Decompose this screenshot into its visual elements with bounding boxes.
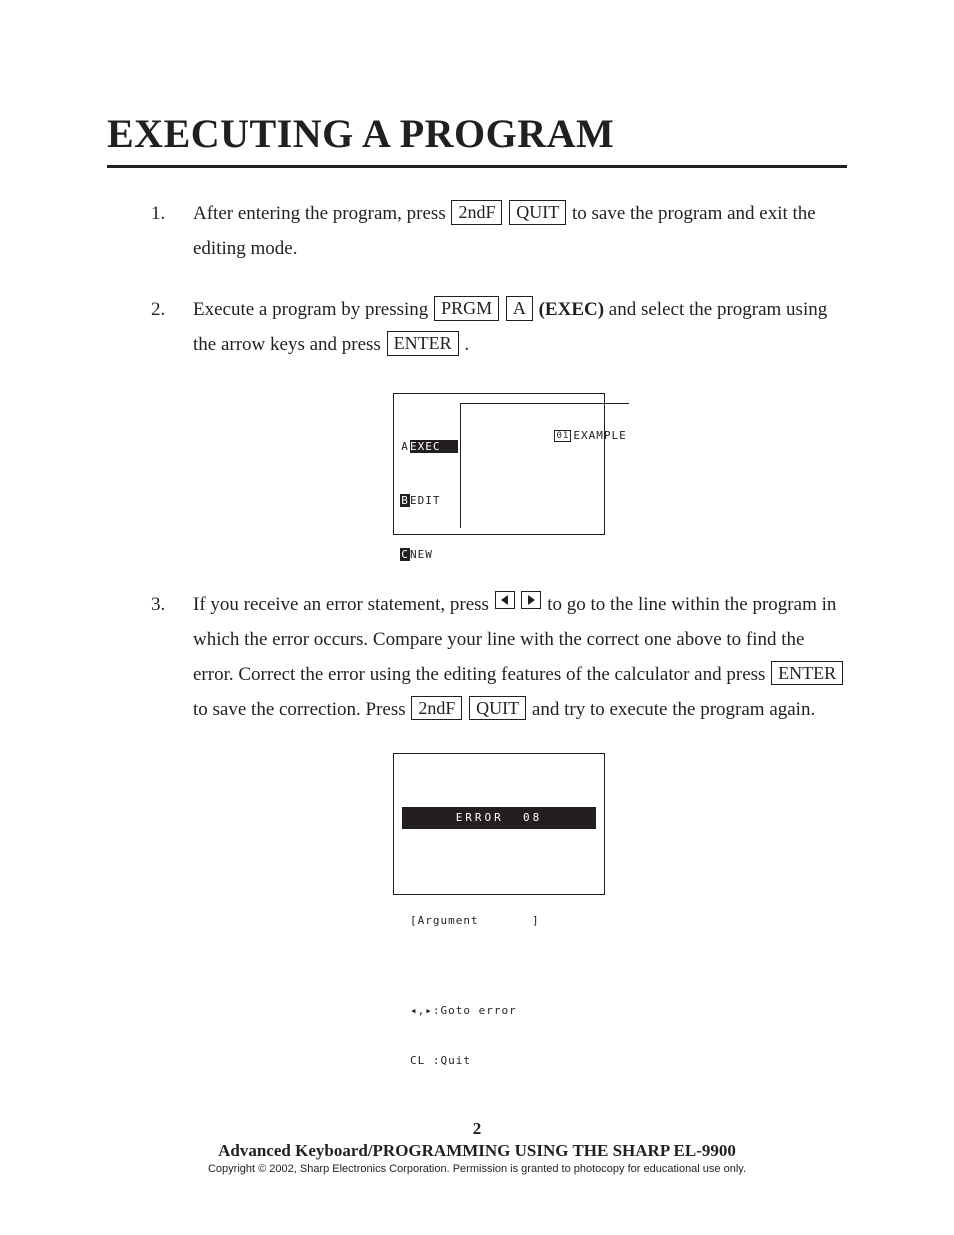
menu-new: CNEW [400,548,458,561]
page-number: 2 [0,1119,954,1139]
exec-label: (EXEC) [539,299,604,320]
error-goto: ◂,▸:Goto error [410,1003,588,1020]
error-argument: [Argument ] [410,913,588,930]
lcd-error: ERROR 08 [Argument ] ◂,▸:Goto error CL :… [393,753,605,895]
key-quit: QUIT [509,200,566,225]
key-2ndf: 2ndF [451,200,502,225]
step-text: Execute a program by pressing [193,299,433,320]
error-title: ERROR 08 [402,807,596,829]
steps-list-2: 3. If you receive an error statement, pr… [151,587,847,728]
title-rule [107,165,847,168]
step-number: 3. [151,587,165,622]
key-prgm: PRGM [434,296,499,321]
lcd-error-wrap: ERROR 08 [Argument ] ◂,▸:Goto error CL :… [151,753,847,895]
step-text: and try to execute the program again. [532,699,815,720]
key-quit: QUIT [469,696,526,721]
step-text: . [464,334,469,355]
key-2ndf: 2ndF [411,696,462,721]
key-left-arrow [495,591,515,609]
step-number: 2. [151,292,165,327]
prgm-menu: AEXEC BEDIT CNEW [400,400,458,528]
step-1: 1. After entering the program, press 2nd… [151,196,847,266]
footer: 2 Advanced Keyboard/PROGRAMMING USING TH… [0,1119,954,1175]
lcd-prgm: AEXEC BEDIT CNEW 01EXAMPLE [393,393,605,535]
step-text: to save the correction. Press [193,699,410,720]
step-3: 3. If you receive an error statement, pr… [151,587,847,728]
lcd-prgm-wrap: AEXEC BEDIT CNEW 01EXAMPLE [151,393,847,535]
list-item: 01EXAMPLE [554,429,626,442]
steps-list: 1. After entering the program, press 2nd… [151,196,847,363]
prgm-list: 01EXAMPLE [460,403,629,528]
step-number: 1. [151,196,165,231]
key-enter: ENTER [387,331,459,356]
key-enter: ENTER [771,661,843,686]
menu-exec: AEXEC [400,440,458,453]
key-right-arrow [521,591,541,609]
arrow-left-icon [499,594,511,606]
key-a: A [506,296,533,321]
copyright: Copyright © 2002, Sharp Electronics Corp… [0,1163,954,1175]
arrow-right-icon [525,594,537,606]
menu-edit: BEDIT [400,494,458,507]
step-text: After entering the program, press [193,203,450,224]
body: 1. After entering the program, press 2nd… [107,196,847,895]
series-title: Advanced Keyboard/PROGRAMMING USING THE … [0,1141,954,1161]
page-title: EXECUTING A PROGRAM [107,110,847,157]
page: EXECUTING A PROGRAM 1. After entering th… [0,0,954,1235]
error-quit: CL :Quit [410,1053,588,1070]
step-text: If you receive an error statement, press [193,594,494,615]
step-2: 2. Execute a program by pressing PRGM A … [151,292,847,362]
